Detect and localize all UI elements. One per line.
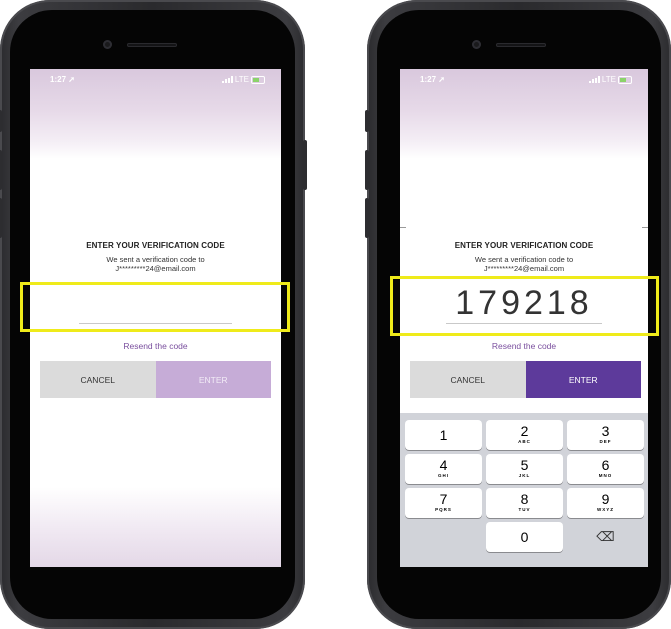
highlight-box <box>20 282 290 332</box>
key-3[interactable]: 3 DEF <box>567 420 644 450</box>
status-bar: 1:27 ➚ LTE <box>400 75 648 87</box>
volume-up-button <box>365 150 369 190</box>
volume-up-button <box>0 150 2 190</box>
action-buttons: CANCEL ENTER <box>410 361 641 398</box>
highlight-box <box>390 276 659 336</box>
card-subtitle: We sent a verification code to J********… <box>39 255 272 273</box>
key-6[interactable]: 6 MNO <box>567 454 644 484</box>
status-time: 1:27 ➚ <box>420 75 445 84</box>
resend-code-link[interactable]: Resend the code <box>400 341 648 351</box>
signal-icon <box>221 76 233 83</box>
mute-switch <box>0 110 2 132</box>
phone-frame-left: 1:27 ➚ LTE ENTER YOUR VERIFICATION CODE … <box>0 0 307 629</box>
front-camera <box>103 40 112 49</box>
key-5[interactable]: 5 JKL <box>486 454 563 484</box>
mute-switch <box>365 110 369 132</box>
footer-gradient <box>30 487 281 567</box>
power-button <box>303 140 307 190</box>
front-camera <box>472 40 481 49</box>
key-9[interactable]: 9 WXYZ <box>567 488 644 518</box>
sent-to-text: We sent a verification code to <box>474 255 574 264</box>
action-buttons: CANCEL ENTER <box>40 361 271 398</box>
cancel-button[interactable]: CANCEL <box>410 361 526 398</box>
cancel-button[interactable]: CANCEL <box>40 361 156 398</box>
battery-icon <box>251 75 265 84</box>
key-2[interactable]: 2 ABC <box>486 420 563 450</box>
key-1[interactable]: 1 <box>405 420 482 450</box>
key-7[interactable]: 7 PQRS <box>405 488 482 518</box>
card-title: ENTER YOUR VERIFICATION CODE <box>86 241 225 250</box>
earpiece-speaker <box>496 43 546 47</box>
enter-button[interactable]: ENTER <box>525 361 641 398</box>
key-8[interactable]: 8 TUV <box>486 488 563 518</box>
status-time: 1:27 ➚ <box>50 75 75 84</box>
volume-down-button <box>0 198 2 238</box>
volume-down-button <box>365 198 369 238</box>
resend-code-link[interactable]: Resend the code <box>30 341 281 351</box>
card-title: ENTER YOUR VERIFICATION CODE <box>454 241 594 250</box>
card-subtitle: We sent a verification code to J********… <box>406 255 642 273</box>
phone-frame-right: 1:27 ➚ LTE ENTER YOUR VERIFICATION CODE … <box>365 0 671 629</box>
network-type: LTE <box>601 75 616 84</box>
masked-email: J*********24@email.com <box>115 264 196 273</box>
key-4[interactable]: 4 GHI <box>405 454 482 484</box>
battery-icon <box>618 75 632 84</box>
key-0[interactable]: 0 <box>486 522 563 552</box>
sent-to-text: We sent a verification code to <box>106 255 205 264</box>
backspace-icon[interactable]: ⌫ <box>567 522 644 552</box>
masked-email: J*********24@email.com <box>483 264 565 273</box>
network-type: LTE <box>234 75 249 84</box>
enter-button[interactable]: ENTER <box>155 361 271 398</box>
signal-icon <box>588 76 600 83</box>
status-bar: 1:27 ➚ LTE <box>30 75 281 87</box>
earpiece-speaker <box>127 43 177 47</box>
numeric-keypad: 1 2 ABC 3 DEF 4 GHI 5 JKL 6 MNO 7 PQRS 8 TUV 9W… <box>400 413 648 567</box>
